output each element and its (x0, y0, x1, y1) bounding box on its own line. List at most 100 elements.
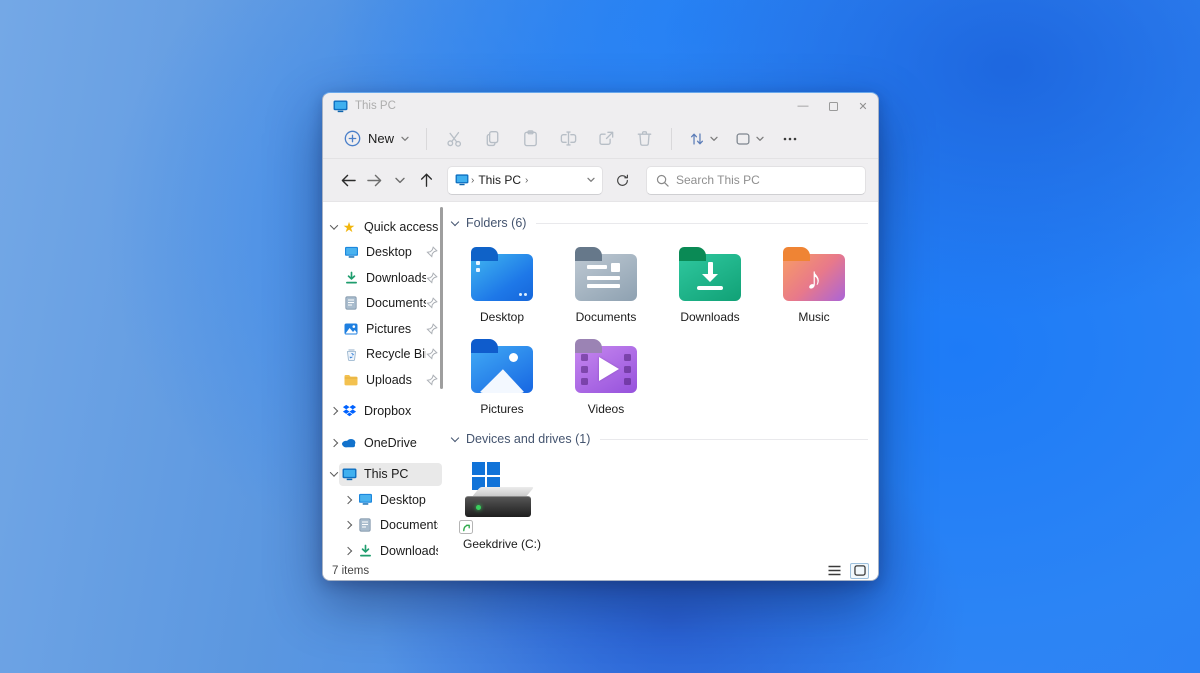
refresh-button[interactable] (608, 166, 636, 194)
tile-label: Downloads (680, 310, 740, 324)
maximize-button[interactable] (818, 93, 848, 119)
devices-section-header[interactable]: Devices and drives (1) (450, 428, 868, 450)
address-bar[interactable]: › This PC › (447, 165, 603, 195)
address-dropdown-icon[interactable] (587, 177, 595, 183)
sidebar-item-downloads[interactable]: Downloads (323, 265, 444, 291)
plus-circle-icon (344, 130, 361, 147)
desktop-icon (343, 244, 359, 260)
more-options-button[interactable] (772, 123, 808, 155)
sidebar-item-this-pc[interactable]: This PC (323, 462, 444, 488)
view-button[interactable] (726, 123, 772, 155)
folder-tile-videos[interactable]: Videos (554, 332, 658, 424)
folders-grid: Desktop Documents Downloads ♪ Music Pict… (450, 240, 868, 424)
chevron-down-icon (710, 136, 718, 141)
chevron-down-icon (395, 177, 405, 183)
collapse-chevron-icon (450, 433, 460, 443)
folder-tile-desktop[interactable]: Desktop (450, 240, 554, 332)
details-view-button[interactable] (825, 563, 844, 579)
documents-icon (343, 295, 359, 311)
drive-tile-geekdrive[interactable]: Geekdrive (C:) (450, 456, 554, 559)
sidebar-item-desktop[interactable]: Desktop (323, 240, 444, 266)
expand-chevron-icon[interactable] (343, 546, 353, 555)
sidebar-item-pictures[interactable]: Pictures (323, 316, 444, 342)
title-bar[interactable]: This PC — ✕ (323, 93, 878, 119)
up-button[interactable] (413, 166, 439, 194)
new-button[interactable]: New (335, 125, 418, 152)
tile-label: Music (798, 310, 830, 324)
sidebar-scrollbar[interactable] (440, 207, 443, 389)
collapse-chevron-icon[interactable] (329, 468, 339, 478)
file-explorer-window: This PC — ✕ New › This PC › Search This … (322, 92, 879, 581)
pin-icon[interactable] (426, 246, 438, 258)
section-divider (600, 438, 868, 440)
maximize-icon (828, 101, 838, 111)
minimize-button[interactable]: — (788, 93, 818, 119)
downloads-icon (357, 543, 373, 559)
copy-icon (486, 130, 498, 147)
onedrive-cloud-icon (341, 435, 357, 451)
share-button[interactable] (587, 123, 625, 155)
this-pc-icon (333, 99, 348, 112)
sidebar-item-label: Dropbox (364, 404, 412, 419)
forward-button[interactable] (361, 166, 387, 194)
pin-icon[interactable] (426, 374, 438, 386)
sidebar-item-this-pc-documents[interactable]: Documents (323, 513, 444, 539)
folder-tile-music[interactable]: ♪ Music (762, 240, 866, 332)
folder-tile-downloads[interactable]: Downloads (658, 240, 762, 332)
expand-chevron-icon[interactable] (329, 438, 339, 447)
desktop-folder-icon (471, 247, 533, 301)
sidebar-item-uploads[interactable]: Uploads (323, 367, 444, 393)
sidebar-item-quick-access[interactable]: ★ Quick access (323, 214, 444, 240)
sort-icon (690, 132, 704, 145)
sort-button[interactable] (680, 123, 726, 155)
sidebar-item-documents[interactable]: Documents (323, 291, 444, 317)
recent-locations-button[interactable] (387, 166, 413, 194)
pin-icon[interactable] (426, 323, 438, 335)
copy-button[interactable] (473, 123, 511, 155)
thumbnail-view-button[interactable] (850, 562, 869, 579)
section-divider (536, 222, 868, 224)
folder-tile-documents[interactable]: Documents (554, 240, 658, 332)
sidebar-item-recycle-bin[interactable]: Recycle Bin (323, 342, 444, 368)
search-input[interactable] (676, 173, 856, 187)
sidebar-item-label: Recycle Bin (366, 347, 426, 362)
search-icon (656, 174, 669, 187)
pin-icon[interactable] (426, 297, 438, 309)
cut-button[interactable] (435, 123, 473, 155)
section-label: Folders (6) (466, 216, 527, 230)
back-button[interactable] (335, 166, 361, 194)
pin-icon[interactable] (426, 272, 438, 284)
file-list-pane: Folders (6) Desktop Documents Downloads (444, 202, 878, 561)
sidebar-item-dropbox[interactable]: Dropbox (323, 399, 444, 425)
folder-tile-pictures[interactable]: Pictures (450, 332, 554, 424)
desktop-icon (357, 492, 373, 508)
sidebar-item-this-pc-downloads[interactable]: Downloads (323, 538, 444, 561)
breadcrumb-separator: › (471, 174, 475, 186)
expand-chevron-icon[interactable] (343, 495, 353, 504)
delete-button[interactable] (625, 123, 663, 155)
expand-chevron-icon[interactable] (329, 407, 339, 416)
star-icon: ★ (342, 218, 356, 235)
sidebar-item-onedrive[interactable]: OneDrive (323, 430, 444, 456)
ellipsis-icon (783, 137, 797, 140)
documents-icon (357, 517, 373, 533)
rename-button[interactable] (549, 123, 587, 155)
sidebar-item-label: OneDrive (364, 435, 417, 450)
collapse-chevron-icon[interactable] (329, 221, 339, 230)
tile-label: Videos (587, 402, 625, 416)
sidebar-item-label: Documents (366, 296, 426, 311)
sidebar-item-this-pc-desktop[interactable]: Desktop (323, 487, 444, 513)
folders-section-header[interactable]: Folders (6) (450, 212, 868, 234)
search-box[interactable] (646, 165, 866, 195)
pin-icon[interactable] (426, 348, 438, 360)
sidebar-item-label: Desktop (380, 492, 426, 507)
close-button[interactable]: ✕ (848, 93, 878, 119)
expand-chevron-icon[interactable] (343, 521, 353, 530)
breadcrumb-separator: › (525, 174, 529, 186)
paste-button[interactable] (511, 123, 549, 155)
new-button-label: New (368, 131, 395, 146)
tile-label: Desktop (479, 310, 525, 324)
section-label: Devices and drives (1) (466, 432, 591, 446)
breadcrumb-this-pc[interactable]: This PC (478, 173, 521, 187)
sidebar-item-label: This PC (364, 467, 409, 482)
